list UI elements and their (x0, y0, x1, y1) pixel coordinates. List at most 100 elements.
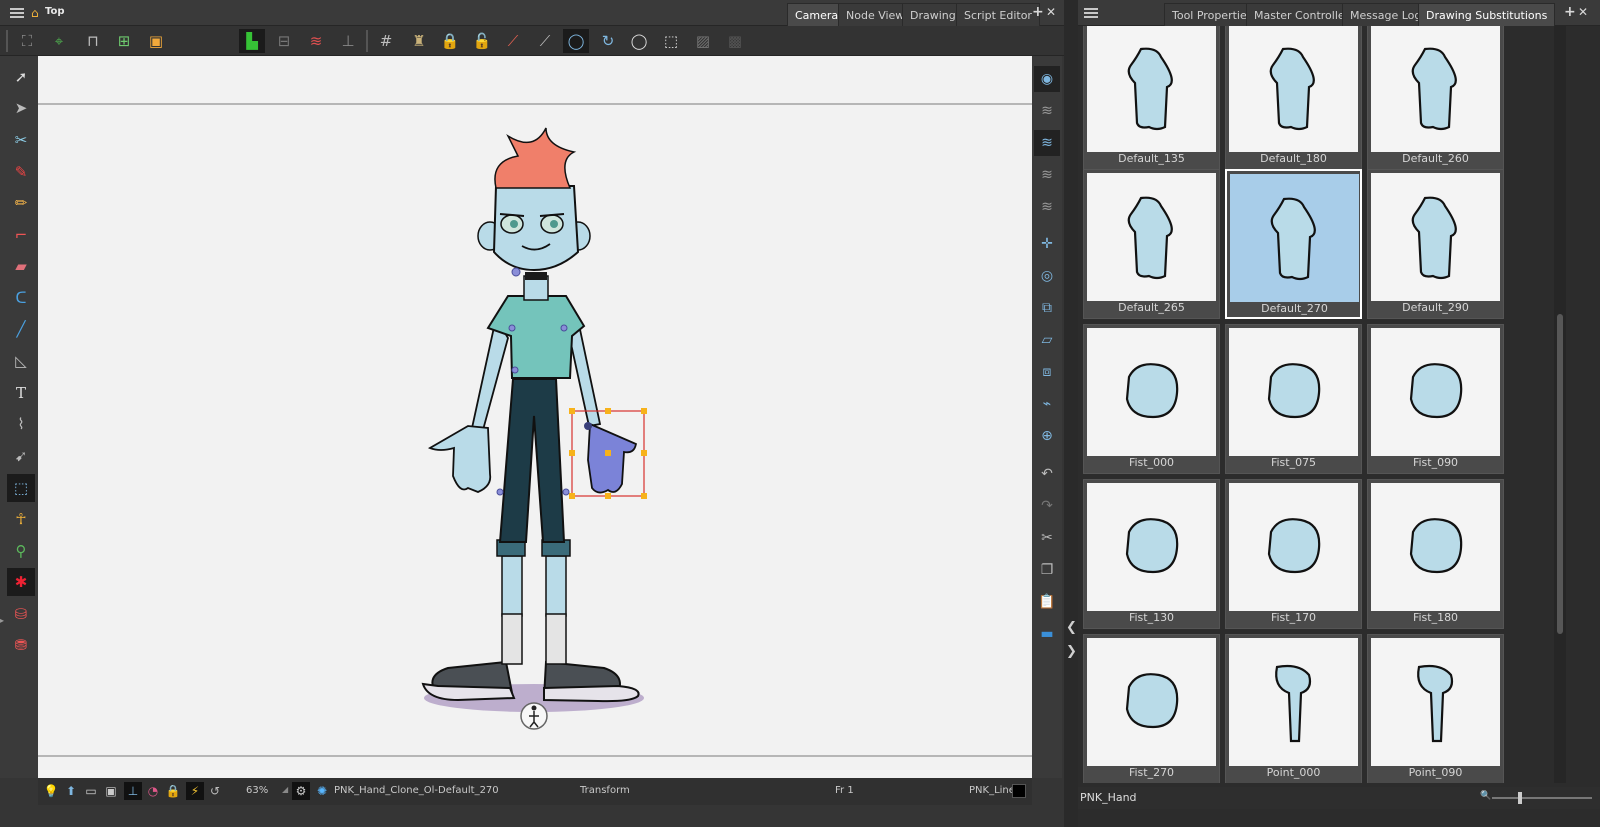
pivot-icon[interactable]: ⊥ (335, 29, 361, 53)
flip-icon[interactable]: ▙ (239, 29, 265, 53)
drawing-thumbnail[interactable]: Default_270 (1225, 169, 1362, 319)
transform-box-icon[interactable]: ▣ (143, 29, 169, 53)
pencil-icon[interactable]: ✏ (7, 189, 35, 217)
circle-icon[interactable]: ◯ (626, 29, 652, 53)
flip-h-icon[interactable]: ⧈ (1034, 359, 1060, 385)
select-icon[interactable]: ⛶ (14, 29, 40, 53)
skew-icon[interactable]: ▱ (1034, 327, 1060, 353)
ruler-icon[interactable]: ⟋ (532, 29, 558, 53)
layers-light-icon[interactable]: ≋ (1034, 130, 1060, 156)
panel-menu-icon[interactable] (1084, 8, 1098, 18)
cut-icon[interactable]: ✂ (1034, 525, 1060, 551)
collapse-handle[interactable]: ▸ (0, 616, 5, 666)
ruler-view-icon[interactable]: ▬ (1034, 621, 1060, 647)
drawing-thumbnail[interactable]: Default_265 (1083, 169, 1220, 319)
rotate-cw-icon[interactable]: ↻ (595, 29, 621, 53)
drawing-thumbnail[interactable]: Default_180 (1225, 26, 1362, 170)
grid-icon[interactable]: # (373, 29, 399, 53)
drawing-thumbnail[interactable]: Fist_075 (1225, 324, 1362, 474)
bone-icon[interactable]: ☥ (7, 505, 35, 533)
transform-tool-icon[interactable]: ⬚ (7, 474, 35, 502)
red-bone-icon[interactable]: ✱ (7, 568, 35, 596)
gear-icon[interactable]: ⚙ (292, 782, 310, 800)
drawing-thumbnail[interactable]: Point_090 (1367, 634, 1504, 783)
mask-icon[interactable]: ▩ (722, 29, 748, 53)
tab-script-editor[interactable]: Script Editor (956, 3, 1040, 26)
brush-icon[interactable]: ✎ (7, 158, 35, 186)
lamp-icon[interactable]: ♜ (406, 29, 432, 53)
lock-icon[interactable]: 🔒 (437, 29, 463, 53)
line-icon[interactable]: ╱ (7, 315, 35, 343)
polyline-icon[interactable]: ◺ (7, 347, 35, 375)
drawing-thumbnail[interactable]: Default_290 (1367, 169, 1504, 319)
drawing-thumbnail[interactable]: Fist_270 (1083, 634, 1220, 783)
rotate-icon[interactable]: ◎ (1034, 263, 1060, 289)
panel-splitter[interactable]: ❮ ❯ (1064, 0, 1078, 827)
add-keyframe-icon[interactable]: ⊞ (111, 29, 137, 53)
center-pivot-icon[interactable]: ✛ (1034, 231, 1060, 257)
layers-icon[interactable]: ≋ (1034, 194, 1060, 220)
lasso-icon[interactable]: ᑕ (7, 284, 35, 312)
text-icon[interactable]: T (7, 379, 35, 407)
peg-icon[interactable]: ⊥ (124, 782, 142, 800)
drawing-thumbnail[interactable]: Point_000 (1225, 634, 1362, 783)
layers-icon[interactable]: ≋ (1034, 98, 1060, 124)
cutter-icon[interactable]: ✂ (7, 126, 35, 154)
deform-add-icon[interactable]: ⛃ (7, 631, 35, 659)
reset-icon[interactable]: ↺ (206, 782, 224, 800)
frame-icon[interactable]: ▭ (82, 782, 100, 800)
undo-icon[interactable]: ↶ (1034, 461, 1060, 487)
camera-viewport[interactable] (38, 56, 1032, 778)
eraser-icon[interactable]: ▰ (7, 252, 35, 280)
tab-master-controller[interactable]: Master Controller (1246, 3, 1358, 26)
paste-icon[interactable]: 📋 (1034, 589, 1060, 615)
contour-icon[interactable]: ⌖ (46, 29, 72, 53)
tab-drawing-substitutions[interactable]: Drawing Substitutions (1418, 3, 1556, 26)
copy-icon[interactable]: ❐ (1034, 557, 1060, 583)
flash-icon[interactable]: ⚡ (186, 782, 204, 800)
thumbnail-size-slider[interactable] (1492, 797, 1592, 799)
safe-area-icon[interactable]: ▣ (102, 782, 120, 800)
drawing-thumbnail[interactable]: Fist_130 (1083, 479, 1220, 629)
tab-drawing[interactable]: Drawing (902, 3, 964, 26)
motion-icon[interactable]: ≋ (303, 29, 329, 53)
pivot-tool-icon[interactable]: ➹ (7, 442, 35, 470)
ik-icon[interactable]: ⚲ (7, 537, 35, 565)
add-tab-button[interactable]: + (1032, 5, 1044, 19)
panel-menu-icon[interactable] (10, 8, 24, 18)
current-color-swatch[interactable] (1012, 784, 1026, 798)
deform-icon[interactable]: ⛁ (7, 600, 35, 628)
paint-icon[interactable]: ⌐ (7, 221, 35, 249)
library-scrollbar-thumb[interactable] (1557, 314, 1563, 634)
close-tab-button[interactable]: ✕ (1578, 5, 1588, 19)
smooth-icon[interactable]: ⌁ (1034, 391, 1060, 417)
cursor-box-icon[interactable]: ⬚ (658, 29, 684, 53)
drawing-thumbnail[interactable]: Fist_180 (1367, 479, 1504, 629)
lock-icon[interactable]: 🔒 (164, 782, 182, 800)
onion-eye-icon[interactable]: ◉ (1034, 66, 1060, 92)
drawing-thumbnail[interactable]: Fist_000 (1083, 324, 1220, 474)
drawing-thumbnail[interactable]: Fist_090 (1367, 324, 1504, 474)
thumbnail-size-slider-handle[interactable] (1518, 792, 1522, 804)
select-arrow-icon[interactable]: ➚ (7, 63, 35, 91)
camera-mask-icon[interactable]: ▨ (690, 29, 716, 53)
cutter-icon[interactable]: ⊓ (80, 29, 106, 53)
redo-icon[interactable]: ↷ (1034, 493, 1060, 519)
lock-add-icon[interactable]: 🔓 (469, 29, 495, 53)
rotate-ccw-icon[interactable]: ◯ (563, 29, 589, 53)
lightbulb-icon[interactable]: 💡 (42, 782, 60, 800)
pedestal-icon[interactable]: ⬆ (62, 782, 80, 800)
align-icon[interactable]: ⊟ (271, 29, 297, 53)
onion-skin-icon[interactable]: ◔ (144, 782, 162, 800)
drawing-thumbnail[interactable]: Fist_170 (1225, 479, 1362, 629)
tab-message-log[interactable]: Message Log (1342, 3, 1430, 26)
drawing-thumbnail[interactable]: Default_135 (1083, 26, 1220, 170)
scale-icon[interactable]: ⧉ (1034, 295, 1060, 321)
chevron-left-icon[interactable]: ❮ (1066, 620, 1077, 635)
perspective-icon[interactable]: ⟋ (500, 29, 526, 53)
contour-editor-icon[interactable]: ➤ (7, 94, 35, 122)
layers-icon[interactable]: ≋ (1034, 162, 1060, 188)
zoom-level[interactable]: 63% (246, 785, 268, 796)
close-tab-button[interactable]: ✕ (1046, 5, 1056, 19)
dropper-icon[interactable]: ⌇ (7, 410, 35, 438)
